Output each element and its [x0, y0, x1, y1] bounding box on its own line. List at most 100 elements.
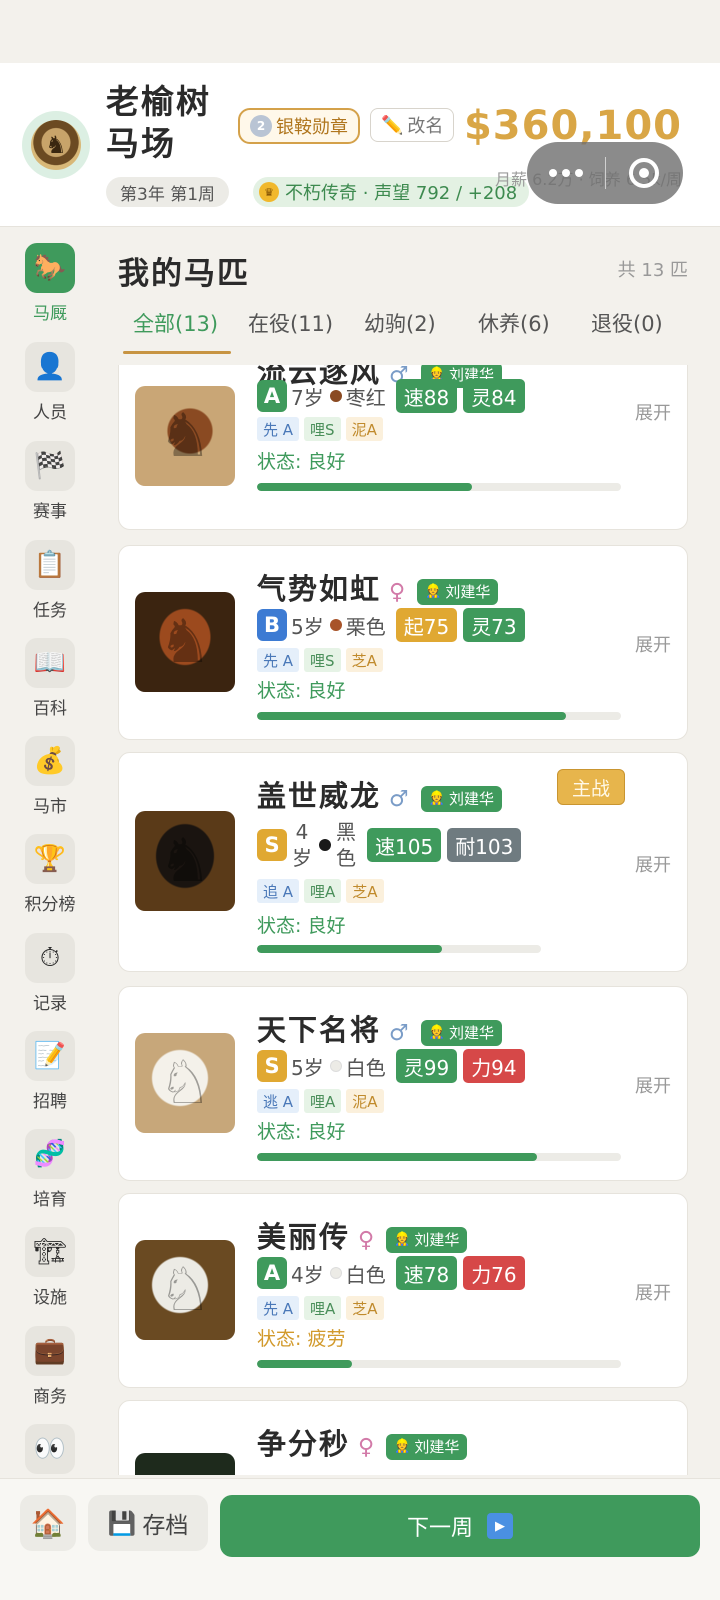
- home-button[interactable]: 🏠: [20, 1495, 76, 1551]
- sidebar-item-5[interactable]: 💰 马市: [0, 736, 100, 817]
- sidebar-item-4[interactable]: 📖 百科: [0, 638, 100, 719]
- coat-color-dot: [329, 1060, 342, 1072]
- trainer-icon: 👷: [428, 1025, 445, 1040]
- aptitude-tag: 先 A: [257, 1296, 300, 1320]
- clipboard-icon: 📋: [25, 540, 75, 590]
- aptitude-tag: 芝A: [346, 879, 384, 903]
- expand-button[interactable]: 展开: [635, 399, 671, 425]
- horse-card[interactable]: ♞ 争分秒 ♀ 👷刘建华: [118, 1400, 688, 1475]
- tab-active[interactable]: 在役(11): [248, 308, 333, 338]
- male-icon: ♂: [389, 787, 411, 812]
- horse-stats-row: A 4岁 白色 速78 力76: [257, 1256, 525, 1290]
- sidebar-item-9[interactable]: 🧬 培育: [0, 1129, 100, 1210]
- horse-emblem-icon: ♞: [31, 120, 81, 170]
- sidebar-item-label: 设施: [33, 1288, 67, 1308]
- sidebar-item-6[interactable]: 🏆 积分榜: [0, 834, 100, 915]
- sidebar-item-12[interactable]: 👀: [0, 1424, 100, 1478]
- sidebar-item-label: 记录: [33, 994, 67, 1014]
- expand-button[interactable]: 展开: [635, 1072, 671, 1098]
- aptitude-tag: 芝A: [346, 1296, 384, 1320]
- sidebar-item-1[interactable]: 👤 人员: [0, 342, 100, 423]
- horse-card[interactable]: ♞ 盖世威龙 ♂ 👷 刘建华 主战 S 4岁 黑色 速105 耐103 追 A 哩A 芝A 状态: 良好 展开: [118, 752, 688, 972]
- trainer-icon: 👷: [425, 584, 442, 599]
- tab-foals[interactable]: 幼驹(2): [364, 308, 436, 338]
- condition-bar: [257, 945, 541, 953]
- save-label: 存档: [142, 1513, 189, 1539]
- condition-bar-fill: [257, 1153, 538, 1161]
- play-icon: ▶: [487, 1513, 513, 1539]
- more-menu-icon[interactable]: [527, 169, 605, 177]
- sidebar-item-2[interactable]: 🏁 赛事: [0, 441, 100, 522]
- crown-icon: ♛: [259, 182, 279, 202]
- sidebar-item-label: 赛事: [33, 502, 67, 522]
- next-week-button[interactable]: 下一周 ▶: [220, 1495, 700, 1557]
- page-title: 我的马匹: [118, 256, 250, 292]
- farm-name: 老榆树马场: [106, 82, 211, 163]
- coat-color: 栗色: [345, 614, 386, 639]
- horse-card[interactable]: ♘ 美丽传 ♀ 👷 刘建华 A 4岁 白色 速78 力76 先 A 哩A 芝A 状态: 疲劳 展开: [118, 1193, 688, 1388]
- expand-button[interactable]: 展开: [635, 631, 671, 657]
- sidebar-item-label: 商务: [33, 1387, 67, 1407]
- coat-color-dot: [329, 390, 342, 402]
- tab-resting[interactable]: 休养(6): [478, 308, 550, 338]
- aptitude-tags: 追 A 哩A 芝A: [257, 879, 384, 903]
- trainer-name: 刘建华: [448, 1024, 494, 1042]
- medal-badge[interactable]: 2 银鞍勋章: [238, 108, 360, 144]
- horse-age: 4岁: [291, 1262, 324, 1287]
- save-button[interactable]: 💾 存档: [88, 1495, 208, 1551]
- horse-age: 7岁: [291, 385, 324, 410]
- condition-bar-fill: [257, 945, 442, 953]
- rename-button[interactable]: ✏️ 改名: [370, 108, 455, 142]
- stat-badge: 灵73: [463, 608, 525, 642]
- aptitude-tag: 先 A: [257, 417, 300, 441]
- tab-retired[interactable]: 退役(0): [591, 308, 663, 338]
- horse-card[interactable]: ♘ 天下名将 ♂ 👷 刘建华 S 5岁 白色 灵99 力94 逃 A 哩A 泥A 状态: 良好 展开: [118, 986, 688, 1181]
- sidebar-item-10[interactable]: 🏗 设施: [0, 1227, 100, 1308]
- horse-portrait: ♘: [135, 1240, 235, 1340]
- sidebar-item-label: 马厩: [33, 304, 67, 324]
- trainer-name: 刘建华: [448, 790, 494, 808]
- sidebar-item-7[interactable]: ⏱ 记录: [0, 933, 100, 1014]
- horse-portrait: ♞: [135, 386, 235, 486]
- stat-badge: 力94: [463, 1049, 525, 1083]
- condition-bar-fill: [257, 483, 472, 491]
- bottom-bar: 🏠 💾 存档 下一周 ▶: [0, 1478, 720, 1600]
- checkered-flag-icon: 🏁: [25, 441, 75, 491]
- stat-badge: 速88: [395, 379, 458, 413]
- horse-card[interactable]: ♞ 流云逐风 ♂ 👷 刘建华 A 7岁 枣红 速88 灵84 先 A 哩S 泥A 状态: 良好 展开: [118, 365, 688, 530]
- trainer-name: 刘建华: [414, 1438, 460, 1456]
- horse-count: 共 13 匹: [617, 260, 688, 281]
- expand-button[interactable]: 展开: [635, 851, 671, 877]
- sidebar-item-8[interactable]: 📝 招聘: [0, 1031, 100, 1112]
- sidebar: 🐎 马厩 👤 人员 🏁 赛事 📋 任务 📖 百科 💰 马市 🏆 积分榜 ⏱ 记录 📝 招聘 🧬 培育 🏗 设施 💼 商务 👀: [0, 228, 100, 1478]
- aptitude-tag: 哩S: [304, 417, 341, 441]
- sidebar-item-11[interactable]: 💼 商务: [0, 1326, 100, 1407]
- sidebar-item-0[interactable]: 🐎 马厩: [0, 243, 100, 324]
- tab-all[interactable]: 全部(13): [133, 308, 218, 338]
- grade-badge: B: [257, 609, 287, 641]
- pencil-icon: ✏️: [381, 114, 404, 136]
- aptitude-tag: 哩A: [304, 1089, 342, 1113]
- stat-badge: 灵99: [395, 1049, 458, 1083]
- horse-status: 状态: 良好: [257, 915, 346, 937]
- horse-portrait: ♞: [135, 1453, 235, 1475]
- aptitude-tags: 逃 A 哩A 泥A: [257, 1089, 384, 1113]
- coat-color-dot: [329, 619, 342, 631]
- horse-stats-row: B 5岁 栗色 起75 灵73: [257, 608, 525, 642]
- status-bar-area: [0, 0, 720, 63]
- horse-status: 状态: 疲劳: [257, 1328, 346, 1350]
- sidebar-item-3[interactable]: 📋 任务: [0, 540, 100, 621]
- sidebar-item-label: 招聘: [33, 1092, 67, 1112]
- male-icon: ♂: [389, 1021, 411, 1046]
- female-icon: ♀: [358, 1435, 377, 1460]
- money-bag-icon: 💰: [25, 736, 75, 786]
- close-miniprogram-icon[interactable]: [606, 158, 684, 188]
- aptitude-tag: 逃 A: [257, 1089, 300, 1113]
- expand-button[interactable]: 展开: [635, 1279, 671, 1305]
- rename-label: 改名: [407, 116, 444, 137]
- floppy-disk-icon: 💾: [107, 1510, 137, 1537]
- active-tab-indicator: [123, 351, 231, 354]
- trophy-icon: 🏆: [25, 834, 75, 884]
- horse-card[interactable]: ♞ 气势如虹 ♀ 👷 刘建华 B 5岁 栗色 起75 灵73 先 A 哩S 芝A 状态: 良好 展开: [118, 545, 688, 740]
- farm-logo: ♞: [22, 111, 90, 179]
